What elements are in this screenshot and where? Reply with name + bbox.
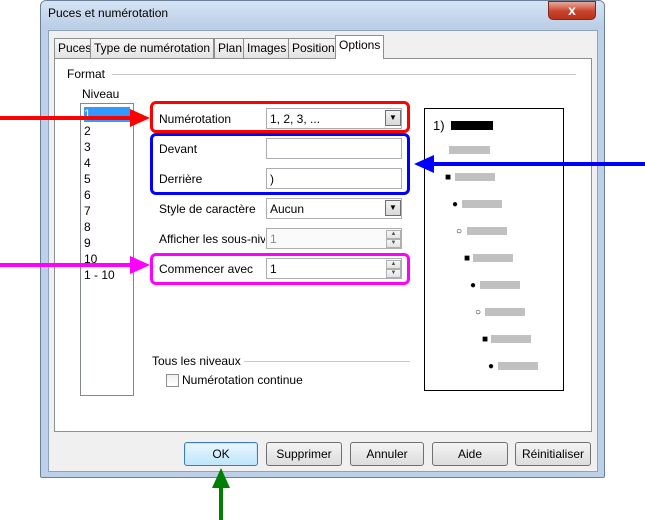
level-item-5[interactable]: 5 [84, 172, 130, 187]
preview-level8-bar [485, 308, 525, 316]
tous-niveaux-separator [244, 361, 410, 362]
bullet-square-icon: ■ [464, 253, 471, 264]
level-item-4[interactable]: 4 [84, 156, 130, 171]
close-button[interactable]: x [548, 1, 596, 20]
niveau-label: Niveau [82, 87, 120, 101]
tab-label: Position [292, 41, 335, 55]
style-caractere-label: Style de caractère [159, 202, 256, 216]
preview-level9-bar [491, 335, 531, 343]
red-highlight-box [150, 101, 410, 133]
preview-level10-bar [498, 362, 538, 370]
tab-label: Images [247, 41, 287, 55]
tab-label: Plan [218, 41, 243, 55]
tab-images[interactable]: Images [243, 38, 291, 58]
preview-level5-bar [467, 227, 507, 235]
supprimer-button[interactable]: Supprimer [266, 442, 342, 466]
format-separator [112, 74, 576, 75]
level-item-8[interactable]: 8 [84, 220, 130, 235]
preview-level4-bar [462, 200, 502, 208]
magenta-highlight-box [150, 253, 410, 285]
ok-button[interactable]: OK [184, 442, 258, 466]
bullet-circle-icon: ○ [456, 226, 463, 237]
bullet-square-icon: ■ [482, 334, 489, 345]
aide-button[interactable]: Aide [432, 442, 508, 466]
window-title: Puces et numérotation [48, 6, 169, 20]
afficher-spin-down: ▼ [386, 239, 401, 248]
bullet-dot-icon: ● [488, 361, 495, 372]
format-heading: Format [67, 67, 106, 81]
reinitialiser-button[interactable]: Réinitialiser [515, 442, 591, 466]
blue-highlight-box [150, 133, 410, 195]
style-caractere-combobox[interactable]: Aucun [266, 198, 402, 219]
afficher-sous-niveaux-label: Afficher les sous-niv [159, 232, 265, 246]
preview-level1-text-bar [451, 121, 493, 130]
preview-first-number: 1) [433, 118, 445, 133]
level-item-10[interactable]: 10 [84, 252, 130, 267]
tab-type-de-numerotation[interactable]: Type de numérotation [90, 38, 215, 58]
level-item-3[interactable]: 3 [84, 140, 130, 155]
level-item-1[interactable]: 1 [84, 107, 130, 122]
annuler-button[interactable]: Annuler [350, 442, 424, 466]
tab-options[interactable]: Options [335, 35, 385, 59]
bullet-dot-icon: ● [452, 199, 459, 210]
afficher-spin-up: ▲ [386, 230, 401, 239]
chevron-down-icon: ▼ [389, 203, 397, 212]
bullet-circle-icon: ○ [475, 307, 482, 318]
level-item-9[interactable]: 9 [84, 236, 130, 251]
tab-label: Type de numérotation [94, 41, 211, 55]
preview-level6-bar [473, 254, 513, 262]
level-item-2[interactable]: 2 [84, 124, 130, 139]
numerotation-continue-label[interactable]: Numérotation continue [182, 373, 303, 387]
style-caractere-value: Aucun [270, 202, 305, 216]
tous-niveaux-heading: Tous les niveaux [152, 354, 241, 368]
level-list[interactable]: 1 2 3 4 5 6 7 8 9 10 1 - 10 [80, 103, 134, 396]
tab-position[interactable]: Position [288, 38, 339, 58]
preview-level7-bar [480, 281, 520, 289]
tab-label: Options [339, 38, 381, 52]
preview-level2-bar [449, 146, 490, 154]
style-caractere-dropdown-button[interactable]: ▼ [385, 200, 401, 216]
bullet-dot-icon: ● [470, 280, 477, 291]
tab-label: Puces [58, 41, 92, 55]
numbering-preview: 1) ■ ● ○ ■ ● ○ ■ ● [424, 108, 564, 391]
tab-plan[interactable]: Plan [214, 38, 247, 58]
bullet-square-icon: ■ [445, 172, 452, 183]
spin-down-icon: ▼ [390, 240, 397, 246]
level-item-all[interactable]: 1 - 10 [84, 268, 130, 283]
spin-up-icon: ▲ [390, 231, 397, 237]
level-item-6[interactable]: 6 [84, 188, 130, 203]
close-icon: x [568, 2, 576, 18]
preview-level3-bar [455, 173, 495, 181]
numerotation-continue-checkbox[interactable] [166, 374, 179, 387]
afficher-sous-niveaux-value: 1 [270, 232, 277, 246]
level-item-7[interactable]: 7 [84, 204, 130, 219]
afficher-sous-niveaux-spinner: 1 [266, 228, 402, 249]
